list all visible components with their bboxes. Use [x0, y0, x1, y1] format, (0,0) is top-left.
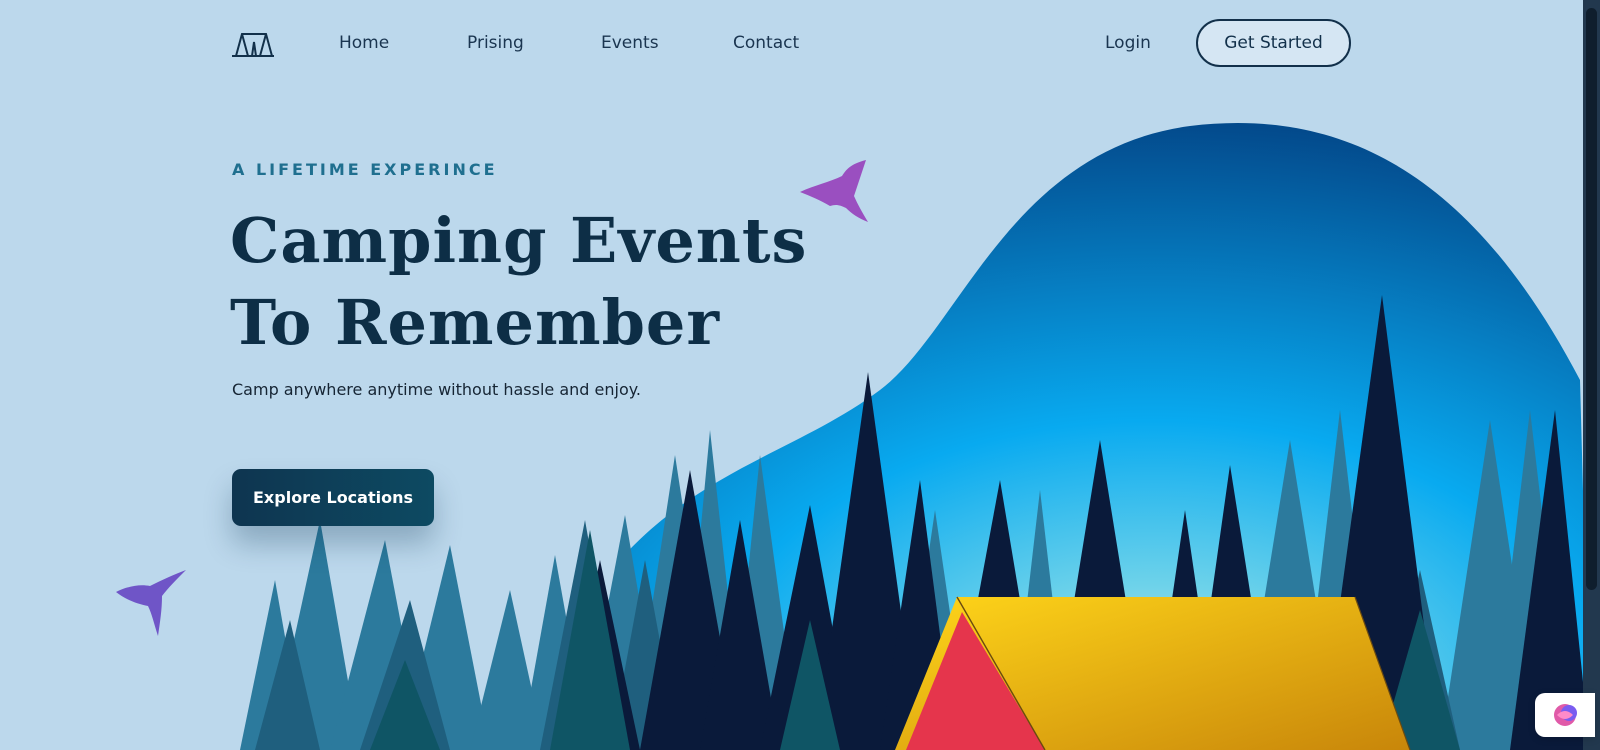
hero-title: Camping Events To Remember	[230, 200, 850, 364]
hero-subtitle: Camp anywhere anytime without hassle and…	[232, 380, 641, 399]
login-link[interactable]: Login	[1105, 33, 1151, 53]
brain-extension-button[interactable]	[1535, 693, 1595, 737]
tent-illustration	[895, 596, 1411, 750]
nav-contact-link[interactable]: Contact	[733, 33, 799, 53]
brain-extension-icon	[1554, 704, 1577, 726]
top-nav: Home Prising Events Contact Login Get St…	[0, 0, 1600, 88]
scrollbar-thumb[interactable]	[1586, 8, 1597, 590]
hero-title-line2: To Remember	[230, 286, 721, 359]
nav-pricing-link[interactable]: Prising	[467, 33, 524, 53]
hero-title-line1: Camping Events	[230, 204, 808, 277]
hero-illustration	[116, 123, 1590, 750]
tent-icon[interactable]	[230, 28, 276, 60]
hummingbird-icon	[116, 570, 186, 636]
nav-home-link[interactable]: Home	[339, 33, 389, 53]
nav-events-link[interactable]: Events	[601, 33, 659, 53]
hero-eyebrow: A LIFETIME EXPERINCE	[232, 160, 498, 179]
get-started-button[interactable]: Get Started	[1196, 19, 1351, 67]
explore-locations-button[interactable]: Explore Locations	[232, 469, 434, 526]
